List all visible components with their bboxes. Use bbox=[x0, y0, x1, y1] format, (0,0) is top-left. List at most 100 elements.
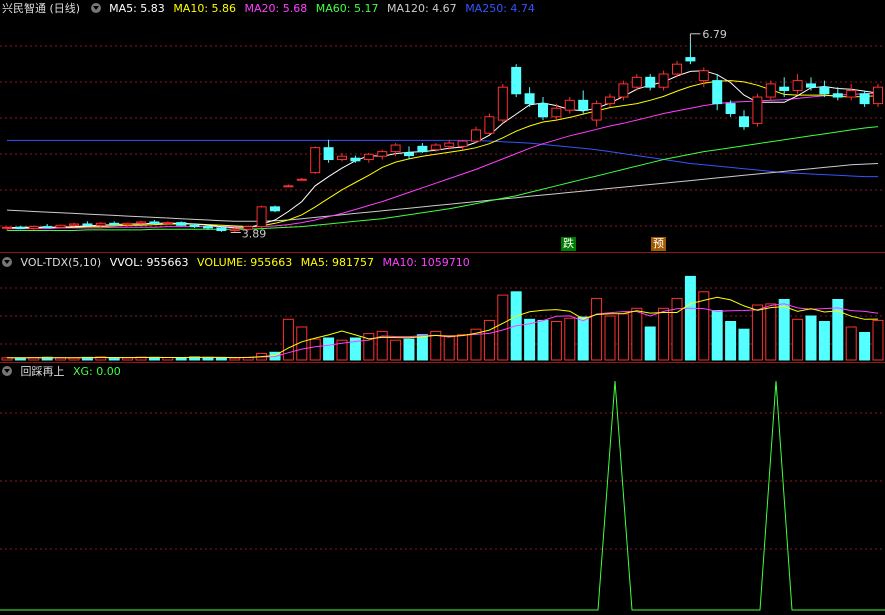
candle-body bbox=[417, 145, 428, 153]
indicator-panel[interactable]: 回踩再上 XG: 0.00 bbox=[0, 363, 885, 615]
candle-body bbox=[122, 222, 133, 226]
candle-body bbox=[189, 224, 200, 228]
volume-bar bbox=[711, 310, 723, 361]
indicator-panel-header: 回踩再上 XG: 0.00 bbox=[0, 363, 126, 381]
volume-bar bbox=[229, 357, 241, 361]
candle-body bbox=[712, 80, 723, 105]
volume-bar bbox=[68, 357, 80, 361]
candle-body bbox=[69, 223, 79, 226]
volume-indicator-title: VOL-TDX(5,10) bbox=[20, 256, 102, 269]
volume-bar bbox=[872, 319, 884, 361]
price-panel[interactable]: 兴民智通 (日线) MA5: 5.83 MA10: 5.86 MA20: 5.6… bbox=[0, 0, 885, 251]
volume-panel[interactable]: VOL-TDX(5,10) VVOL: 955663 VOLUME: 95566… bbox=[0, 254, 885, 362]
candle-body bbox=[82, 223, 93, 226]
volume-bar bbox=[577, 316, 589, 361]
ma5-line bbox=[6, 70, 879, 229]
candle-body bbox=[15, 226, 26, 230]
candle-body bbox=[739, 116, 749, 128]
signal-warn-tag: 预 bbox=[651, 237, 666, 251]
candle-body bbox=[363, 153, 374, 161]
candle-body bbox=[578, 99, 589, 111]
candle-body bbox=[390, 144, 401, 153]
candle-body bbox=[283, 185, 294, 188]
volume-bar bbox=[550, 321, 562, 361]
candle-body bbox=[42, 226, 53, 229]
candle-body bbox=[725, 103, 736, 114]
candle-body bbox=[873, 86, 883, 105]
candle-body bbox=[444, 142, 455, 147]
candle-body bbox=[350, 157, 361, 162]
candle-body bbox=[109, 222, 120, 226]
volume-bar bbox=[537, 319, 549, 361]
volume-bar bbox=[684, 275, 696, 361]
candle-body bbox=[377, 151, 388, 157]
dropdown-icon[interactable] bbox=[90, 3, 101, 13]
volume-bar bbox=[14, 357, 26, 361]
volume-bar bbox=[644, 326, 656, 361]
candle-body bbox=[658, 73, 669, 88]
candle-body bbox=[779, 86, 790, 91]
volume-bar bbox=[658, 307, 670, 361]
volume-bar bbox=[738, 328, 750, 361]
volume-bar bbox=[631, 307, 643, 361]
volume-bar bbox=[805, 315, 817, 361]
volume-bar bbox=[323, 337, 335, 361]
vol-ma10-label: MA10: 1059710 bbox=[382, 256, 470, 269]
volume-bar bbox=[604, 315, 616, 361]
volume-bar bbox=[818, 321, 830, 361]
xg-line bbox=[0, 380, 885, 611]
stock-name: 兴民智通 (日线) bbox=[2, 2, 81, 15]
volume-bar bbox=[175, 357, 187, 361]
ma60-label: MA60: 5.17 bbox=[315, 2, 379, 15]
volume-bar bbox=[698, 291, 710, 361]
dropdown-icon[interactable] bbox=[2, 257, 12, 267]
volume-bar bbox=[859, 332, 871, 361]
volume-bar bbox=[765, 303, 777, 361]
volume-bar bbox=[564, 317, 576, 361]
ma20-label: MA20: 5.68 bbox=[244, 2, 308, 15]
xg-label: XG: 0.00 bbox=[73, 365, 121, 378]
volume-panel-header: VOL-TDX(5,10) VVOL: 955663 VOLUME: 95566… bbox=[0, 254, 475, 272]
candle-body bbox=[310, 147, 321, 174]
candle-body bbox=[631, 76, 642, 88]
ma20-line bbox=[7, 92, 879, 230]
candle-body bbox=[457, 140, 468, 147]
price-panel-header: 兴民智通 (日线) MA5: 5.83 MA10: 5.86 MA20: 5.6… bbox=[0, 0, 540, 18]
ma250-line bbox=[7, 139, 878, 178]
candle-body bbox=[591, 103, 602, 121]
volume-bar bbox=[591, 297, 603, 361]
volume-bar bbox=[778, 299, 790, 361]
high-label: 6.79 bbox=[702, 28, 727, 41]
candle-body bbox=[645, 76, 656, 88]
ma10-line bbox=[7, 80, 879, 229]
price-chart[interactable]: 6.79 3.89 bbox=[0, 0, 885, 250]
dropdown-icon[interactable] bbox=[2, 366, 12, 376]
candle-body bbox=[296, 178, 307, 181]
candle-body bbox=[819, 86, 830, 95]
candle-body bbox=[765, 83, 776, 98]
candle-body bbox=[95, 222, 106, 226]
candle-body bbox=[216, 227, 227, 232]
volume-bar bbox=[457, 334, 469, 361]
candle-body bbox=[752, 96, 763, 124]
candle-body bbox=[203, 226, 213, 229]
candle-body bbox=[859, 93, 870, 105]
ma10-label: MA10: 5.86 bbox=[173, 2, 237, 15]
ma60-line bbox=[7, 126, 879, 231]
candle-body bbox=[337, 155, 347, 161]
candle-body bbox=[136, 221, 146, 224]
candle-body bbox=[471, 129, 481, 142]
signal-down-tag: 跌 bbox=[561, 237, 576, 251]
ma5-label: MA5: 5.83 bbox=[109, 2, 165, 15]
volume-bar bbox=[483, 319, 495, 361]
volume-bar bbox=[403, 338, 415, 361]
volume-bar bbox=[751, 304, 763, 361]
candle-body bbox=[538, 103, 548, 118]
candle-body bbox=[28, 226, 39, 230]
candle-body bbox=[792, 80, 803, 91]
indicator-chart[interactable] bbox=[0, 363, 885, 615]
volume-bar bbox=[443, 335, 455, 361]
ma250-label: MA250: 4.74 bbox=[465, 2, 535, 15]
vol-ma5-label: MA5: 981757 bbox=[300, 256, 375, 269]
candle-body bbox=[404, 152, 414, 157]
